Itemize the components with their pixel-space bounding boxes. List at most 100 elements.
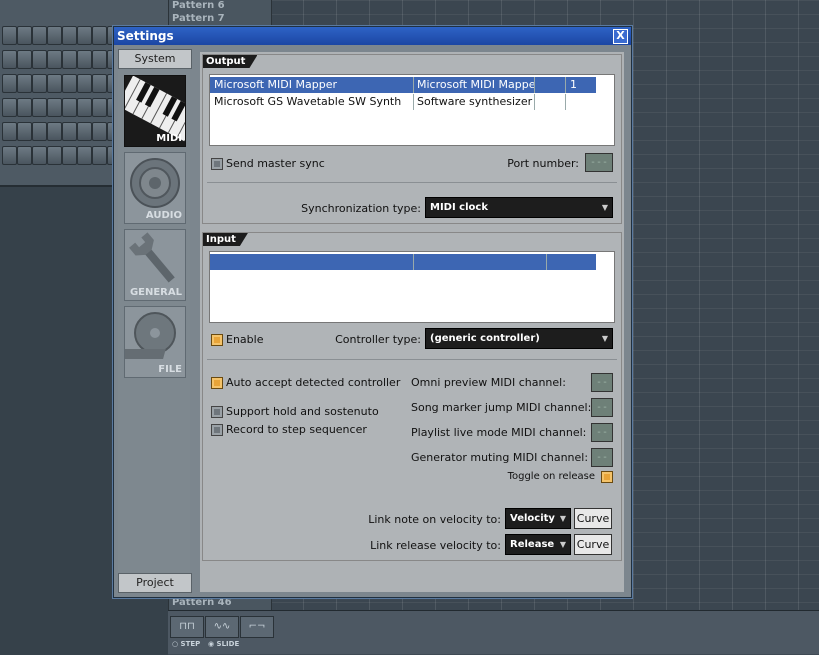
input-header: Input bbox=[203, 233, 248, 246]
controller-type-label: Controller type: bbox=[335, 333, 421, 346]
step-button[interactable] bbox=[92, 26, 107, 45]
step-button[interactable] bbox=[62, 26, 77, 45]
pattern-item[interactable]: Pattern 46 bbox=[172, 597, 232, 608]
record-step-checkbox[interactable] bbox=[211, 424, 223, 436]
step-button[interactable] bbox=[47, 26, 62, 45]
song-marker-channel[interactable]: -- bbox=[591, 398, 613, 417]
step-button[interactable] bbox=[47, 122, 62, 141]
auto-accept-checkbox[interactable] bbox=[211, 377, 223, 389]
link-release-dropdown[interactable]: Release ▼ bbox=[505, 534, 571, 555]
step-button[interactable] bbox=[92, 146, 107, 165]
chevron-down-icon: ▼ bbox=[601, 334, 608, 343]
step-button[interactable] bbox=[17, 122, 32, 141]
output-header: Output bbox=[203, 55, 257, 68]
category-audio[interactable]: AUDIO bbox=[124, 152, 186, 224]
chevron-down-icon: ▼ bbox=[601, 203, 608, 212]
category-file[interactable]: FILE bbox=[124, 306, 186, 378]
project-tab-button[interactable]: Project bbox=[118, 573, 192, 593]
step-button[interactable] bbox=[2, 98, 17, 117]
step-button[interactable] bbox=[62, 50, 77, 69]
bottom-toolbar: ⊓⊓ ∿∿ ⌐¬ ○ STEP ◉ SLIDE bbox=[168, 610, 819, 654]
omni-preview-label: Omni preview MIDI channel: bbox=[411, 376, 566, 389]
input-section: Input Enable Controller type: (generic c… bbox=[202, 232, 622, 561]
step-button[interactable] bbox=[62, 74, 77, 93]
dialog-titlebar[interactable]: Settings X bbox=[114, 27, 631, 45]
step-button[interactable] bbox=[77, 146, 92, 165]
step-button[interactable] bbox=[77, 122, 92, 141]
separator bbox=[207, 359, 617, 360]
step-button[interactable] bbox=[92, 74, 107, 93]
record-step-label: Record to step sequencer bbox=[226, 423, 367, 436]
generator-muting-channel[interactable]: -- bbox=[591, 448, 613, 467]
category-midi[interactable]: MIDI bbox=[124, 75, 186, 147]
step-button[interactable] bbox=[17, 26, 32, 45]
close-icon[interactable]: X bbox=[613, 29, 628, 44]
system-tab-button[interactable]: System bbox=[118, 49, 192, 69]
output-device-row[interactable]: Microsoft MIDI Mapper Microsoft MIDI Map… bbox=[210, 77, 596, 93]
step-button[interactable] bbox=[32, 50, 47, 69]
category-general[interactable]: GENERAL bbox=[124, 229, 186, 301]
sync-type-label: Synchronization type: bbox=[301, 202, 421, 215]
step-button[interactable] bbox=[92, 50, 107, 69]
step-button[interactable] bbox=[47, 146, 62, 165]
step-button[interactable] bbox=[47, 50, 62, 69]
pulse-wave-icon[interactable]: ⊓⊓ bbox=[170, 616, 204, 638]
step-button[interactable] bbox=[77, 50, 92, 69]
category-label: MIDI bbox=[156, 133, 182, 144]
support-hold-label: Support hold and sostenuto bbox=[226, 405, 379, 418]
input-device-list[interactable] bbox=[209, 251, 615, 323]
step-mode-label[interactable]: ○ STEP bbox=[172, 640, 200, 648]
output-device-list[interactable]: Microsoft MIDI Mapper Microsoft MIDI Map… bbox=[209, 74, 615, 146]
output-device-row[interactable]: Microsoft GS Wavetable SW Synth Software… bbox=[210, 94, 596, 110]
sine-wave-icon[interactable]: ∿∿ bbox=[205, 616, 239, 638]
step-button[interactable] bbox=[2, 50, 17, 69]
step-button[interactable] bbox=[92, 98, 107, 117]
omni-preview-channel[interactable]: -- bbox=[591, 373, 613, 392]
step-button[interactable] bbox=[17, 74, 32, 93]
toggle-release-checkbox[interactable] bbox=[601, 471, 613, 483]
step-button[interactable] bbox=[32, 26, 47, 45]
link-note-dropdown[interactable]: Velocity ▼ bbox=[505, 508, 571, 529]
step-button[interactable] bbox=[17, 50, 32, 69]
step-button[interactable] bbox=[32, 146, 47, 165]
link-note-curve-button[interactable]: Curve bbox=[574, 508, 612, 529]
step-button[interactable] bbox=[47, 98, 62, 117]
step-button[interactable] bbox=[47, 74, 62, 93]
step-button[interactable] bbox=[17, 98, 32, 117]
pattern-item[interactable]: Pattern 7 bbox=[172, 13, 225, 24]
slide-mode-label[interactable]: ◉ SLIDE bbox=[208, 640, 239, 648]
step-button[interactable] bbox=[77, 26, 92, 45]
step-button[interactable] bbox=[62, 98, 77, 117]
step-button[interactable] bbox=[2, 74, 17, 93]
link-release-curve-button[interactable]: Curve bbox=[574, 534, 612, 555]
step-button[interactable] bbox=[62, 122, 77, 141]
step-button[interactable] bbox=[2, 122, 17, 141]
settings-content: Output Microsoft MIDI Mapper Microsoft M… bbox=[200, 52, 624, 592]
enable-checkbox[interactable] bbox=[211, 334, 223, 346]
step-button[interactable] bbox=[32, 98, 47, 117]
step-button[interactable] bbox=[32, 122, 47, 141]
playlist-live-channel[interactable]: -- bbox=[591, 423, 613, 442]
sync-type-dropdown[interactable]: MIDI clock ▼ bbox=[425, 197, 613, 218]
step-button[interactable] bbox=[17, 146, 32, 165]
send-master-sync-label: Send master sync bbox=[226, 157, 325, 170]
square-wave-icon[interactable]: ⌐¬ bbox=[240, 616, 274, 638]
auto-accept-label: Auto accept detected controller bbox=[226, 376, 401, 389]
playlist-live-label: Playlist live mode MIDI channel: bbox=[411, 426, 587, 439]
port-number-display[interactable]: --- bbox=[585, 153, 613, 172]
enable-label: Enable bbox=[226, 333, 264, 346]
step-button[interactable] bbox=[2, 26, 17, 45]
pattern-item[interactable]: Pattern 6 bbox=[172, 0, 225, 11]
step-button[interactable] bbox=[77, 74, 92, 93]
input-device-row[interactable] bbox=[210, 254, 596, 270]
send-master-sync-checkbox[interactable] bbox=[211, 158, 223, 170]
step-button[interactable] bbox=[2, 146, 17, 165]
chevron-down-icon: ▼ bbox=[559, 514, 566, 523]
step-button[interactable] bbox=[92, 122, 107, 141]
step-button[interactable] bbox=[77, 98, 92, 117]
step-button[interactable] bbox=[32, 74, 47, 93]
controller-type-dropdown[interactable]: (generic controller) ▼ bbox=[425, 328, 613, 349]
category-label: FILE bbox=[158, 364, 182, 375]
step-button[interactable] bbox=[62, 146, 77, 165]
support-hold-checkbox[interactable] bbox=[211, 406, 223, 418]
